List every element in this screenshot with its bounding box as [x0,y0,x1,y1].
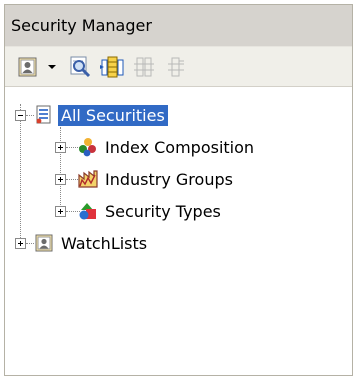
column-disabled-icon [134,57,154,76]
tree-node-watchlists[interactable]: WatchLists [15,231,150,255]
tree-node-label: Industry Groups [105,169,233,189]
expand-toggle[interactable] [55,205,66,217]
insert-column-button[interactable] [97,52,127,82]
panel-title: Security Manager [11,16,152,35]
tree-node-all-securities[interactable]: All Securities [15,103,168,127]
column-button-disabled-1[interactable] [129,52,159,82]
security-manager-panel: Security Manager All Securities Index Co… [4,4,353,376]
factory-icon [78,170,98,188]
dropdown-arrow-icon [48,64,56,69]
new-dropdown[interactable] [45,52,59,82]
tree-node-index-composition[interactable]: Index Composition [55,135,257,159]
user-card-button[interactable] [13,52,43,82]
find-button[interactable] [65,52,95,82]
watchlist-card-icon [35,234,53,252]
expand-toggle[interactable] [55,141,66,153]
tree-node-label: All Securities [58,104,168,126]
magnify-icon [70,56,91,77]
tree-node-label: Index Composition [105,137,255,157]
securities-tree: All Securities Index Composition Industr… [11,87,346,371]
shapes-icon [79,203,96,220]
column-disabled-icon [168,57,184,76]
securities-list-icon [36,105,51,124]
tree-node-industry-groups[interactable]: Industry Groups [55,167,236,191]
toolbar [5,47,352,87]
collapse-toggle[interactable] [15,109,26,121]
tree-node-label: Security Types [105,201,221,221]
expand-toggle[interactable] [15,237,26,249]
balls-icon [79,138,96,157]
panel-title-bar: Security Manager [5,5,352,47]
tree-node-label: WatchLists [61,233,148,253]
insert-column-icon [100,56,124,77]
tree-node-security-types[interactable]: Security Types [55,199,224,223]
column-button-disabled-2[interactable] [161,52,191,82]
expand-toggle[interactable] [55,173,66,185]
user-card-icon [18,57,37,76]
